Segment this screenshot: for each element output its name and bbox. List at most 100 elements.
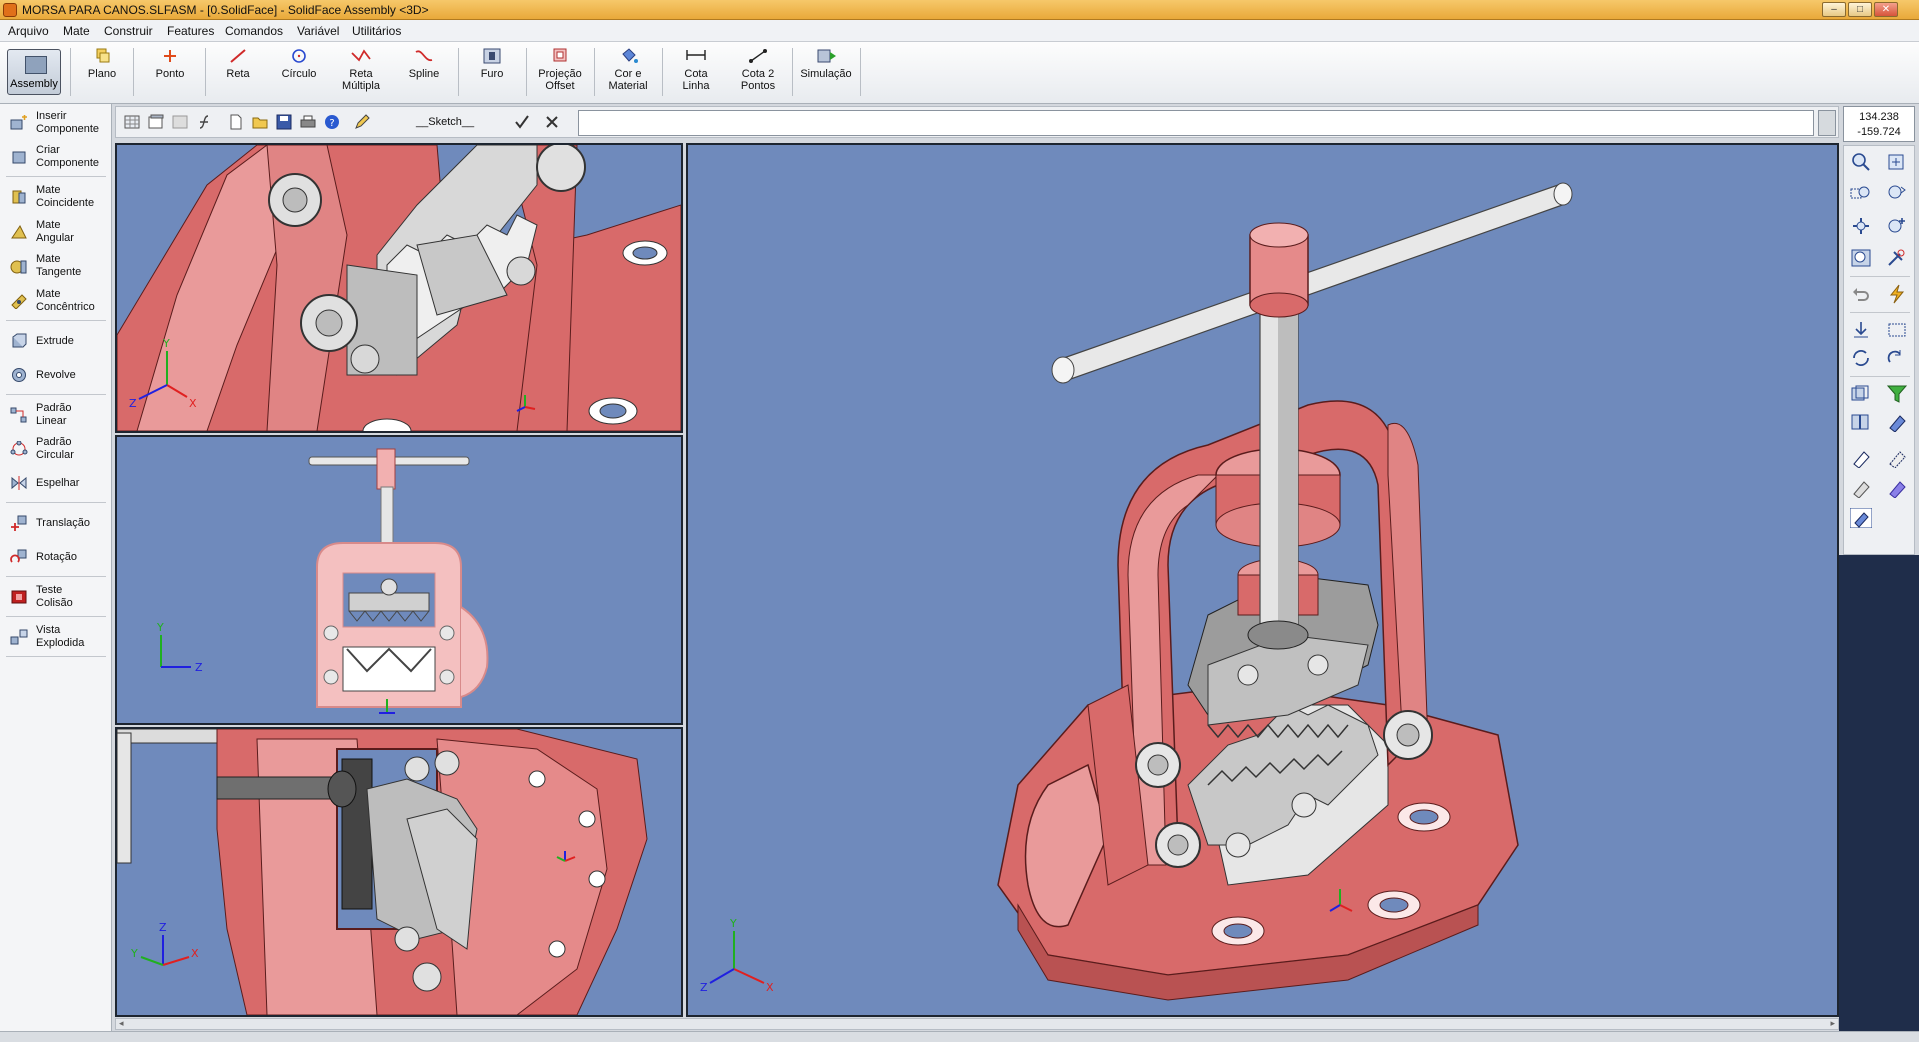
- cor-material-button[interactable]: Cor e Material: [600, 48, 656, 100]
- edit-sketch-icon[interactable]: [354, 114, 370, 130]
- scroll-right-arrow-icon[interactable]: ▸: [1830, 1018, 1835, 1029]
- reta-button[interactable]: Reta: [212, 48, 264, 100]
- hidden-lines-icon[interactable]: [1886, 448, 1908, 468]
- svg-text:X: X: [189, 397, 197, 410]
- extrude-button[interactable]: Extrude: [6, 326, 108, 356]
- vise-top-view-render: Z X Y: [117, 729, 648, 1015]
- shaded-view-icon[interactable]: [1886, 412, 1908, 432]
- open-folder-icon[interactable]: [252, 114, 268, 130]
- zoom-fit-icon[interactable]: [1886, 152, 1908, 172]
- coord-x: 134.238: [1859, 111, 1899, 123]
- close-button[interactable]: ✕: [1874, 2, 1898, 17]
- render-view-icon[interactable]: [1850, 508, 1872, 528]
- viewport-top-left[interactable]: Y X Z: [115, 143, 683, 433]
- spline-button[interactable]: Spline: [398, 48, 450, 100]
- zoom-plus-icon[interactable]: [1886, 216, 1908, 236]
- edges-view-icon[interactable]: [1850, 478, 1872, 498]
- cota-linha-button[interactable]: Cota Linha: [668, 48, 724, 100]
- projecao-offset-button[interactable]: Projeção Offset: [532, 48, 588, 100]
- simulacao-button[interactable]: Simulação: [798, 48, 854, 100]
- pan-icon[interactable]: [1850, 216, 1872, 236]
- viewport-bottom-left[interactable]: Z X Y: [115, 727, 683, 1017]
- zoom-window-icon[interactable]: [1850, 184, 1872, 204]
- lightning-icon[interactable]: [1886, 284, 1908, 304]
- new-file-icon[interactable]: [228, 114, 244, 130]
- mate-coincident-icon: [12, 190, 26, 204]
- help-icon[interactable]: ?: [324, 114, 340, 130]
- rotacao-button[interactable]: Rotação: [6, 542, 108, 572]
- assembly-button[interactable]: Assembly: [7, 49, 61, 95]
- sketch-window-icon[interactable]: [148, 114, 164, 130]
- filter-icon[interactable]: [1886, 384, 1908, 404]
- coord-y: -159.724: [1857, 126, 1901, 138]
- inserir-componente-button[interactable]: Inserir Componente: [6, 108, 108, 138]
- save-icon[interactable]: [276, 114, 292, 130]
- mate-coincidente-button[interactable]: Mate Coincidente: [6, 182, 108, 212]
- plane-icon: [96, 48, 110, 63]
- undo-icon[interactable]: [1850, 284, 1872, 304]
- horizontal-scrollbar[interactable]: ◂ ▸: [115, 1018, 1839, 1030]
- command-input[interactable]: [578, 110, 1814, 136]
- minimize-button[interactable]: –: [1822, 2, 1846, 17]
- rotate-view-icon[interactable]: [1850, 348, 1872, 368]
- simulation-icon: [817, 49, 836, 63]
- menu-comandos[interactable]: Comandos: [225, 24, 283, 38]
- menu-mate[interactable]: Mate: [63, 24, 90, 38]
- print-icon[interactable]: [300, 114, 316, 130]
- translacao-button[interactable]: Translação: [6, 508, 108, 538]
- padrao-linear-button[interactable]: Padrão Linear: [6, 400, 108, 430]
- sketch-name[interactable]: __Sketch__: [416, 116, 474, 128]
- point-icon: [164, 50, 176, 62]
- svg-text:Y: Y: [729, 917, 737, 930]
- viewport-main-isometric[interactable]: Y X Z: [686, 143, 1839, 1017]
- teste-colisao-button[interactable]: Teste Colisão: [6, 582, 108, 612]
- mirror-icon: [11, 476, 27, 490]
- axis-triad-bottom-left: Z X Y: [130, 921, 199, 966]
- cota-2-pontos-button[interactable]: Cota 2 Pontos: [730, 48, 786, 100]
- display-mode-icon[interactable]: [1850, 384, 1872, 404]
- svg-text:Z: Z: [159, 921, 167, 934]
- sketch-grid-icon[interactable]: [124, 114, 140, 130]
- zoom-in-icon[interactable]: [1850, 152, 1872, 172]
- zoom-selected-icon[interactable]: [1850, 248, 1872, 268]
- espelhar-button[interactable]: Espelhar: [6, 468, 108, 498]
- menu-features[interactable]: Features: [167, 24, 214, 38]
- scroll-left-arrow-icon[interactable]: ◂: [119, 1018, 124, 1029]
- menu-utilitarios[interactable]: Utilitários: [352, 24, 401, 38]
- menu-construir[interactable]: Construir: [104, 24, 153, 38]
- ribbon-toolbar: Assembly Plano Ponto Reta Círculo Reta Mú…: [0, 42, 1919, 104]
- furo-button[interactable]: Furo: [466, 48, 518, 100]
- view-plane-icon[interactable]: [1886, 320, 1908, 340]
- mate-angular-button[interactable]: Mate Angular: [6, 217, 108, 247]
- menu-variavel[interactable]: Variável: [297, 24, 339, 38]
- sketch-grey-icon[interactable]: [172, 114, 188, 130]
- wireframe-view-icon[interactable]: [1850, 448, 1872, 468]
- revolve-button[interactable]: Revolve: [6, 360, 108, 390]
- redo-view-icon[interactable]: [1886, 348, 1908, 368]
- criar-componente-button[interactable]: Criar Componente: [6, 142, 108, 172]
- circulo-button[interactable]: Círculo: [273, 48, 325, 100]
- svg-text:X: X: [191, 947, 199, 960]
- plano-button[interactable]: Plano: [78, 48, 126, 100]
- cancel-x-icon[interactable]: [544, 114, 560, 130]
- shaded-edges-icon[interactable]: [1886, 478, 1908, 498]
- formula-icon[interactable]: [196, 114, 212, 130]
- padrao-circular-button[interactable]: Padrão Circular: [6, 434, 108, 464]
- collision-test-icon: [11, 590, 27, 604]
- reta-multipla-button[interactable]: Reta Múltipla: [335, 48, 387, 100]
- command-scroll[interactable]: [1818, 110, 1836, 136]
- vista-explodida-button[interactable]: Vista Explodida: [6, 622, 108, 652]
- ponto-button[interactable]: Ponto: [144, 48, 196, 100]
- spline-icon: [415, 50, 433, 61]
- exploded-view-icon: [10, 629, 28, 645]
- section-view-icon[interactable]: [1850, 412, 1872, 432]
- zoom-dynamic-icon[interactable]: [1886, 184, 1908, 204]
- confirm-check-icon[interactable]: [514, 114, 530, 130]
- mate-concentrico-button[interactable]: Mate Concêntrico: [6, 286, 108, 316]
- tools-icon[interactable]: [1886, 248, 1908, 268]
- viewport-middle-left[interactable]: Y Z: [115, 435, 683, 725]
- menu-arquivo[interactable]: Arquivo: [8, 24, 49, 38]
- maximize-button[interactable]: □: [1848, 2, 1872, 17]
- mate-tangente-button[interactable]: Mate Tangente: [6, 251, 108, 281]
- view-normal-icon[interactable]: [1850, 320, 1872, 340]
